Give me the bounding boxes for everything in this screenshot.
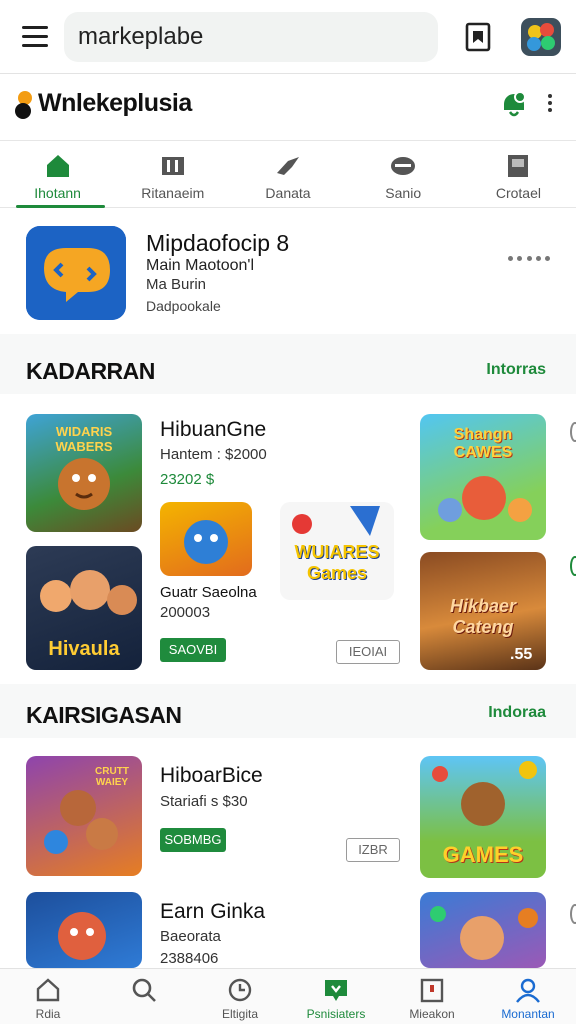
section-title: KAIRSIGASAN: [26, 702, 182, 728]
tab-home[interactable]: Ihotann: [0, 141, 115, 208]
bear-character-icon: [58, 458, 110, 510]
game-title[interactable]: Earn Ginka: [160, 900, 265, 924]
movie-icon: [161, 157, 184, 175]
blue-bear-icon: [184, 520, 228, 564]
featured-app-category: Dadpookale: [146, 298, 221, 314]
brand-name: Wnlekeplusia: [38, 89, 192, 117]
nav-library[interactable]: Mieakon: [384, 969, 480, 1024]
game-tile[interactable]: Shangn CAWES: [420, 414, 546, 540]
featured-app-title[interactable]: Mipdaofocip 8: [146, 230, 289, 257]
tile-price: .55: [510, 646, 533, 663]
controller-icon: [391, 157, 416, 175]
section-see-more-link[interactable]: Indoraa: [488, 704, 546, 722]
character-icon: [430, 906, 538, 960]
game-tile[interactable]: [26, 892, 142, 968]
game-tile[interactable]: WUIARES Games: [280, 502, 394, 600]
chat-heart-icon: [325, 980, 347, 1001]
tab-play[interactable]: Sanio: [346, 141, 461, 207]
section-title: KADARRAN: [26, 358, 155, 384]
nav-label: Psnisiaters: [306, 1007, 366, 1021]
game-tile[interactable]: WIDARIS WABERS: [26, 414, 142, 532]
person-icon: [516, 978, 540, 1003]
fox-character-icon: [438, 476, 532, 522]
nav-label: Eltigita: [221, 1007, 259, 1021]
tab-label: Crotael: [495, 185, 541, 201]
brand-logo-icon: [15, 91, 32, 119]
tab-books[interactable]: Crotael: [461, 141, 576, 207]
tile-label: GAMES: [442, 842, 524, 867]
scroll-hint-icon: [570, 904, 576, 924]
tile-label: Hikbaer Cateng: [449, 596, 517, 637]
bird-icon: [277, 157, 299, 175]
tab-label: Sanio: [385, 185, 422, 201]
game-tile[interactable]: GAMES: [420, 756, 546, 878]
section-see-more-link[interactable]: Intorras: [486, 361, 546, 379]
open-button[interactable]: IZBR: [346, 838, 400, 862]
game-subtitle: Baeorata: [160, 928, 221, 945]
search-icon: [132, 978, 156, 1002]
character-pair-icon: [44, 790, 118, 854]
game-subtitle: Stariafi s $30: [160, 793, 248, 810]
nav-label: Mieakon: [409, 1007, 455, 1021]
character-icon: [58, 912, 106, 960]
game-tile[interactable]: [160, 502, 252, 576]
game-price: 2388406: [160, 950, 219, 967]
tab-games[interactable]: Danata: [230, 141, 345, 207]
avatar[interactable]: [521, 18, 561, 56]
book-icon: [508, 155, 529, 177]
clipboard-icon: [420, 978, 444, 1003]
nav-activity[interactable]: Eltigita: [192, 969, 288, 1024]
nav-account[interactable]: Monantan: [480, 969, 576, 1024]
tile-label: Hivaula: [48, 638, 120, 660]
tab-label: Danata: [265, 185, 311, 201]
menu-icon[interactable]: [22, 26, 48, 48]
category-tabs: Ihotann Ritanaeim Danata Sanio Crotael: [0, 140, 576, 208]
top-search-bar: markeplabe: [0, 0, 576, 74]
install-button[interactable]: SOBMBG: [160, 828, 226, 852]
nav-label: Monantan: [501, 1007, 555, 1021]
nav-search[interactable]: [96, 969, 192, 1024]
game-tile[interactable]: Hivaula: [26, 546, 142, 670]
game-subtitle: Hantem : $2000: [160, 446, 267, 463]
game-subtitle: 200003: [160, 604, 211, 621]
game-price: 23202 $: [160, 471, 215, 488]
nav-favorites[interactable]: Psnisiaters: [288, 969, 384, 1024]
featured-app-icon[interactable]: [26, 226, 126, 320]
featured-app-developer: Main Maotoon'l: [146, 257, 254, 274]
home-outline-icon: [36, 978, 60, 1002]
home-icon: [46, 155, 69, 177]
featured-more-icon[interactable]: [508, 256, 550, 262]
game-tile[interactable]: CRUTT WAIEY: [26, 756, 142, 876]
bottom-navigation: Rdia Eltigita Psnisiaters Mieakon Monant…: [0, 968, 576, 1024]
game-tile[interactable]: [420, 892, 546, 968]
clock-icon: [228, 978, 252, 1002]
nav-label: Rdia: [35, 1007, 61, 1021]
bookmark-icon[interactable]: [464, 22, 492, 52]
game-title[interactable]: Guatr Saeolna: [160, 584, 257, 601]
open-button[interactable]: IEOIAI: [336, 640, 400, 664]
tab-label: Ritanaeim: [141, 185, 205, 201]
more-options-icon[interactable]: [546, 94, 554, 116]
scroll-hint-icon: [570, 422, 576, 442]
notification-icon[interactable]: [498, 88, 530, 120]
search-input[interactable]: markeplabe: [64, 12, 438, 62]
game-tile[interactable]: Hikbaer Cateng .55: [420, 552, 546, 670]
scroll-hint-icon: [570, 556, 576, 576]
nav-home[interactable]: Rdia: [0, 969, 96, 1024]
tile-label: WUIARES Games: [294, 542, 380, 583]
install-button[interactable]: SAOVBI: [160, 638, 226, 662]
game-title[interactable]: HibuanGne: [160, 418, 266, 442]
game-title[interactable]: HiboarBice: [160, 764, 263, 788]
tab-movies[interactable]: Ritanaeim: [115, 141, 230, 207]
tab-label: Ihotann: [34, 185, 81, 201]
featured-app-subtitle: Ma Burin: [146, 276, 207, 293]
